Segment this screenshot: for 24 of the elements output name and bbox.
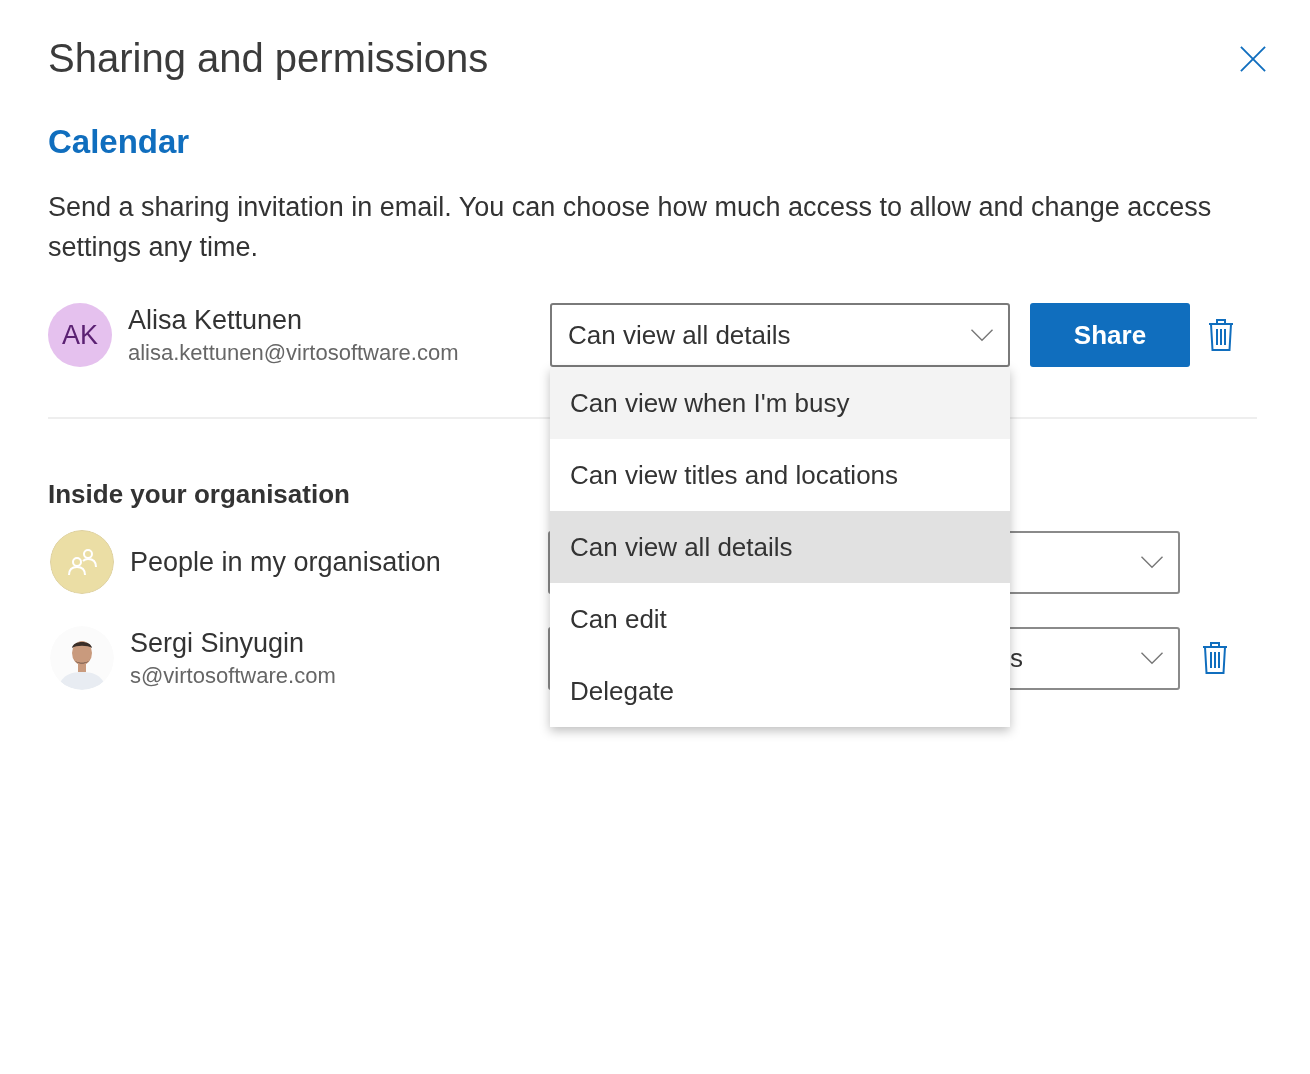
menu-option[interactable]: Can view all details	[550, 511, 1010, 583]
section-title: Calendar	[48, 123, 191, 161]
menu-option[interactable]: Can view titles and locations	[550, 439, 1010, 511]
chevron-down-icon	[1140, 651, 1164, 665]
close-icon[interactable]	[1240, 45, 1266, 72]
permission-dropdown[interactable]: Can view all details	[550, 303, 1010, 367]
menu-option[interactable]: Delegate	[550, 655, 1010, 727]
person-name: Sergi Sinyugin	[130, 627, 306, 659]
menu-option[interactable]: Can view when I'm busy	[550, 367, 1010, 439]
delete-icon[interactable]	[1208, 319, 1234, 351]
group-avatar-icon	[50, 530, 114, 594]
description: Send a sharing invitation in email. You can choose how much access to allow and change access settings any time.	[48, 191, 1213, 264]
chevron-down-icon	[970, 328, 994, 342]
delete-icon[interactable]	[1202, 642, 1228, 674]
chevron-down-icon	[1140, 555, 1164, 569]
share-button[interactable]: Share	[1030, 303, 1190, 367]
section-heading: Inside your organisation	[48, 479, 350, 510]
person-email: alisa.kettunen@virtosoftware.com	[128, 339, 459, 366]
person-name: Alisa Kettunen	[128, 304, 304, 336]
dialog-title: Sharing and permissions	[48, 36, 489, 81]
menu-option[interactable]: Can edit	[550, 583, 1010, 655]
person-name: People in my organisation	[130, 546, 441, 578]
avatar: AK	[48, 303, 112, 367]
person-email: s@virtosoftware.com	[130, 662, 336, 689]
